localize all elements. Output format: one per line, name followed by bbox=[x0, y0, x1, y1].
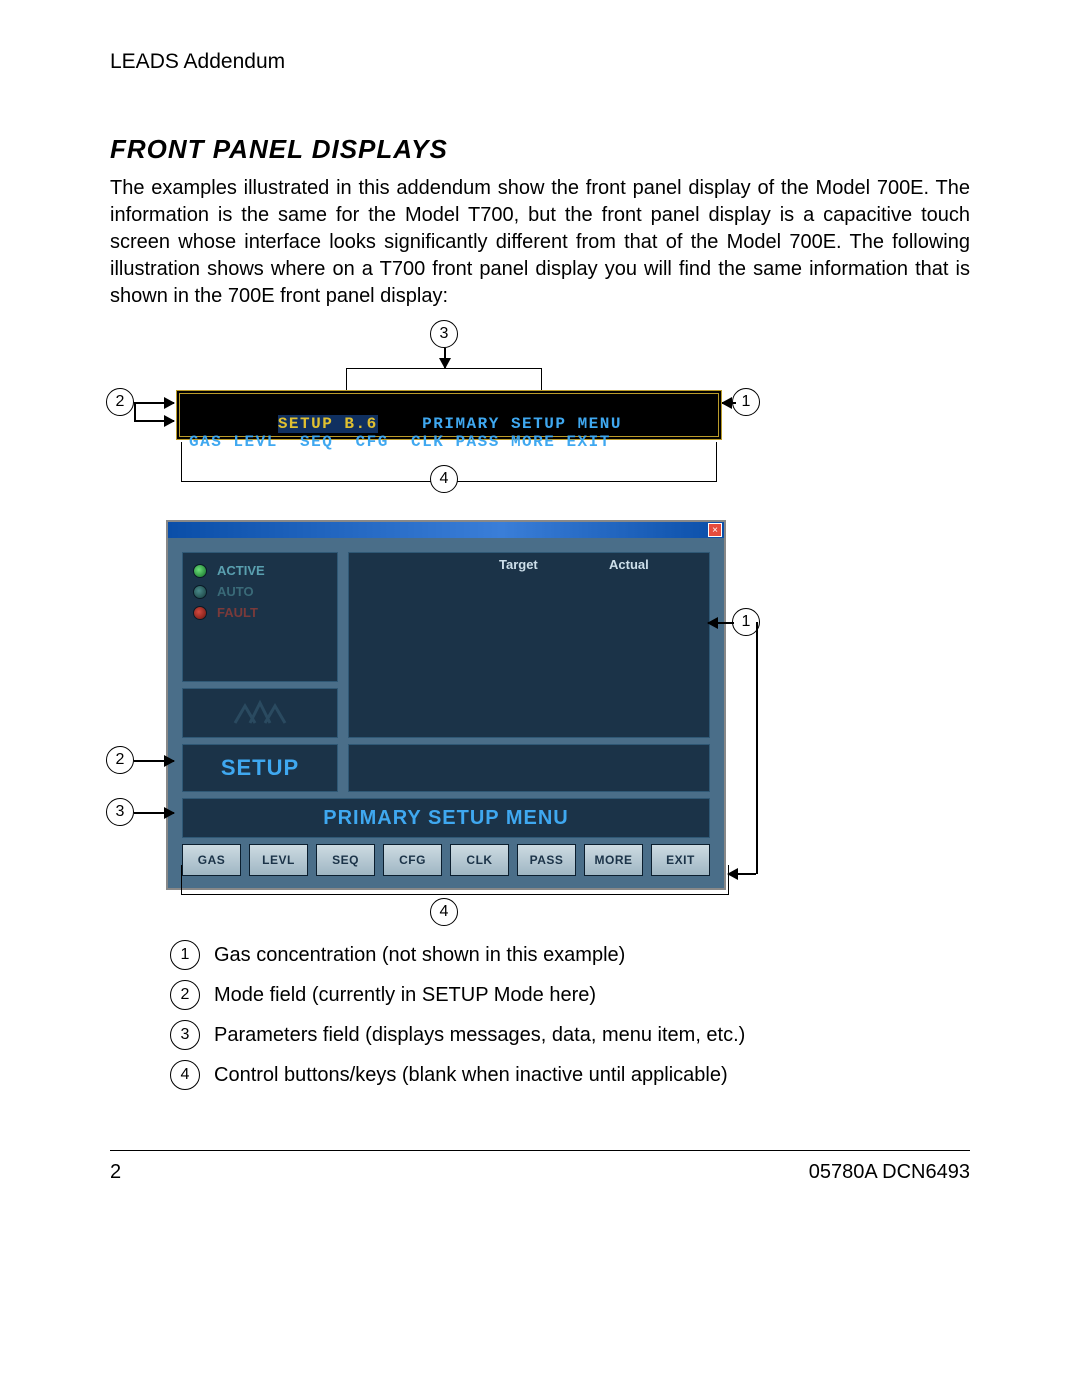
legend-text: Gas concentration (not shown in this exa… bbox=[214, 944, 625, 967]
page-footer: 2 05780A DCN6493 bbox=[110, 1150, 970, 1184]
lcd-line1-right: PRIMARY SETUP MENU bbox=[422, 415, 622, 433]
page-number: 2 bbox=[110, 1161, 121, 1184]
col-target: Target bbox=[499, 557, 538, 572]
mode-panel: SETUP bbox=[182, 744, 338, 792]
status-panel: ACTIVE AUTO FAULT bbox=[182, 552, 338, 682]
callout-4-touch: 4 bbox=[430, 898, 458, 926]
logo-icon bbox=[230, 698, 290, 728]
status-active: ACTIVE bbox=[193, 563, 327, 578]
readout-panel: Target Actual bbox=[348, 552, 710, 738]
legend-row: 3 Parameters field (displays messages, d… bbox=[170, 1020, 745, 1050]
led-red-icon bbox=[193, 606, 207, 620]
led-teal-icon bbox=[193, 585, 207, 599]
legend-num: 1 bbox=[170, 940, 200, 970]
mode-blank-panel bbox=[348, 744, 710, 792]
legend-row: 1 Gas concentration (not shown in this e… bbox=[170, 940, 745, 970]
legend-num: 4 bbox=[170, 1060, 200, 1090]
callout-4-lcd: 4 bbox=[430, 465, 458, 493]
intro-paragraph: The examples illustrated in this addendu… bbox=[110, 175, 970, 310]
led-green-icon bbox=[193, 564, 207, 578]
touch-titlebar: × bbox=[168, 522, 724, 538]
status-fault-label: FAULT bbox=[217, 605, 258, 620]
logo-box bbox=[182, 688, 338, 738]
callout-3-touch: 3 bbox=[106, 798, 134, 826]
status-auto: AUTO bbox=[193, 584, 327, 599]
legend-num: 2 bbox=[170, 980, 200, 1010]
param-value: PRIMARY SETUP MENU bbox=[323, 807, 568, 830]
status-fault: FAULT bbox=[193, 605, 327, 620]
legend: 1 Gas concentration (not shown in this e… bbox=[170, 930, 745, 1100]
legend-text: Mode field (currently in SETUP Mode here… bbox=[214, 984, 596, 1007]
callout-1-lcd: 1 bbox=[732, 388, 760, 416]
legend-row: 2 Mode field (currently in SETUP Mode he… bbox=[170, 980, 745, 1010]
status-auto-label: AUTO bbox=[217, 584, 254, 599]
callout-2-lcd: 2 bbox=[106, 388, 134, 416]
col-actual: Actual bbox=[609, 557, 649, 572]
close-icon[interactable]: × bbox=[708, 523, 722, 537]
mode-value: SETUP bbox=[221, 755, 299, 781]
callout-2-touch: 2 bbox=[106, 746, 134, 774]
page-header: LEADS Addendum bbox=[110, 50, 970, 74]
legend-num: 3 bbox=[170, 1020, 200, 1050]
front-panel-diagram: 3 2 1 SETUP B.6 PRIMARY SETUP MENUGAS LE… bbox=[106, 320, 746, 1100]
lcd-line1-left: SETUP B.6 bbox=[278, 415, 378, 433]
section-title: FRONT PANEL DISPLAYS bbox=[110, 134, 970, 165]
touch-t700: × ACTIVE AUTO FAULT bbox=[166, 520, 726, 890]
callout-3-top: 3 bbox=[430, 320, 458, 348]
status-active-label: ACTIVE bbox=[217, 563, 265, 578]
lcd-700e: SETUP B.6 PRIMARY SETUP MENUGAS LEVL SEQ… bbox=[176, 390, 722, 440]
doc-id: 05780A DCN6493 bbox=[809, 1161, 970, 1184]
param-panel: PRIMARY SETUP MENU bbox=[182, 798, 710, 838]
legend-text: Parameters field (displays messages, dat… bbox=[214, 1024, 745, 1047]
legend-text: Control buttons/keys (blank when inactiv… bbox=[214, 1064, 728, 1087]
legend-row: 4 Control buttons/keys (blank when inact… bbox=[170, 1060, 745, 1090]
